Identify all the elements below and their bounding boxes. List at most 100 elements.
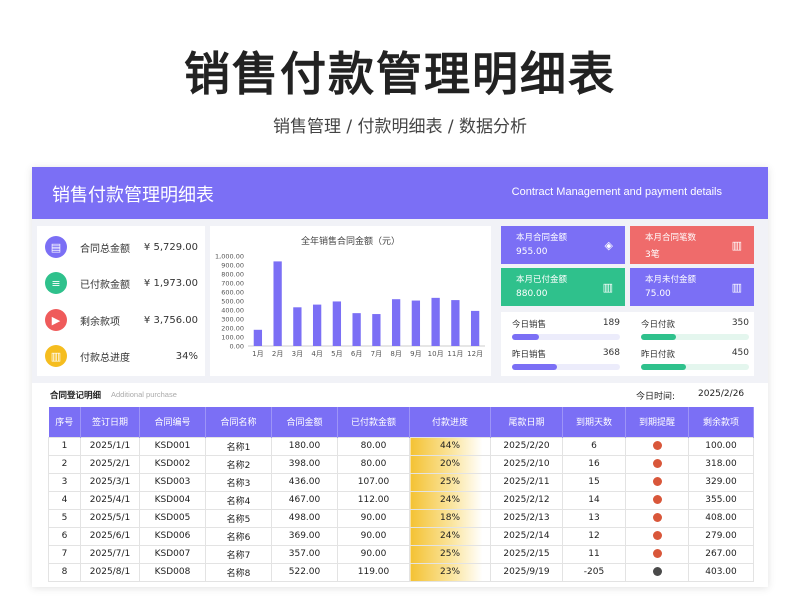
kpi-row: ▥ 付款总进度 34% — [45, 343, 200, 369]
table-cell: 522.00 — [271, 562, 338, 582]
progress-track — [641, 334, 749, 340]
y-tick-label: 100.00 — [221, 334, 244, 342]
bar — [372, 314, 381, 346]
y-tick-label: 1,000.00 — [215, 253, 244, 261]
page-subtitle: 销售管理 / 付款明细表 / 数据分析 — [272, 117, 528, 137]
kpi-label: 付款总进度 — [80, 352, 130, 364]
bar — [411, 300, 421, 346]
chart-panel: 全年销售合同金额（元） 0.00 100.00 200.00 300.00 400.00… — [210, 226, 491, 376]
table-cell: 2025/2/13 — [490, 508, 563, 528]
table-cell: 2025/6/1 — [80, 526, 140, 546]
banner-subtitle: Contract Management and payment details — [511, 186, 722, 198]
table-cell: 18% — [409, 508, 491, 528]
table-cell: 90.00 — [337, 544, 410, 564]
table-cell — [625, 490, 689, 510]
table-cell: 329.00 — [688, 472, 754, 492]
table-cell: 369.00 — [271, 526, 338, 546]
column-header[interactable]: 到期天数 — [562, 407, 626, 437]
dashboard-card: 销售付款管理明细表 Contract Management and paymen… — [32, 167, 768, 587]
table-row[interactable]: 6 2025/6/1 KSD006 名称6 369.00 90.00 24% 2025/2/1… — [48, 526, 754, 546]
column-header[interactable]: 付款进度 — [409, 407, 491, 437]
reminder-dot-icon — [652, 441, 662, 450]
column-header[interactable]: 合同编号 — [139, 407, 206, 437]
x-tick-label: 12月 — [467, 350, 483, 358]
reminder-dot-icon — [652, 549, 662, 558]
table-cell: KSD003 — [139, 472, 206, 492]
column-header[interactable]: 序号 — [48, 407, 81, 437]
table-cell: 2025/7/1 — [80, 544, 140, 564]
table-cell: 112.00 — [337, 490, 410, 510]
bar — [293, 307, 302, 346]
kpi-value: 34% — [175, 350, 198, 362]
table-row[interactable]: 2 2025/2/1 KSD002 名称2 398.00 80.00 20% 2025/2/1… — [48, 454, 754, 474]
table-cell: 名称6 — [205, 526, 272, 546]
table-cell: 24% — [409, 490, 491, 510]
table-cell: 2025/8/1 — [80, 562, 140, 582]
table-cell: 11 — [562, 544, 626, 564]
table-subtitle: Additional purchase — [111, 390, 177, 399]
tile-monthly-unpaid-amount: 本月未付金额 75.00 ▥ — [630, 268, 754, 306]
reminder-dot-icon — [652, 495, 662, 504]
column-header[interactable]: 到期提醒 — [625, 407, 689, 437]
table-cell: 名称8 — [205, 562, 272, 582]
table-cell: 名称2 — [205, 454, 272, 474]
column-header[interactable]: 合同名称 — [205, 407, 272, 437]
table-row[interactable]: 8 2025/8/1 KSD008 名称8 522.00 119.00 23% 2025/9/… — [48, 562, 754, 582]
mini-label: 今日销售 — [512, 320, 547, 330]
table-row[interactable]: 1 2025/1/1 KSD001 名称1 180.00 80.00 44% 2025/2/2… — [48, 436, 754, 456]
table-cell: KSD001 — [139, 436, 206, 456]
x-tick-label: 6月 — [351, 350, 362, 358]
table-cell: 267.00 — [688, 544, 754, 564]
y-tick-label: 400.00 — [221, 307, 244, 315]
y-tick-label: 700.00 — [221, 280, 244, 288]
table-cell: 80.00 — [337, 436, 410, 456]
table-cell: 名称1 — [205, 436, 272, 456]
column-header[interactable]: 尾款日期 — [490, 407, 563, 437]
stats-panel: 本月合同金额 955.00 ◈ 本月合同笔数 3笔 ▥ 本月已付金额 880.0… — [498, 224, 760, 376]
reminder-dot-icon — [652, 459, 662, 468]
tile-value: 955.00 — [516, 247, 548, 257]
tile-monthly-contract-amount: 本月合同金额 955.00 ◈ — [501, 226, 625, 264]
table-cell: -205 — [562, 562, 626, 582]
tile-monthly-contract-count: 本月合同笔数 3笔 ▥ — [630, 226, 754, 264]
table-row[interactable]: 3 2025/3/1 KSD003 名称3 436.00 107.00 25% 2025/2/… — [48, 472, 754, 492]
table-row[interactable]: 7 2025/7/1 KSD007 名称7 357.00 90.00 25% 2025/2/1… — [48, 544, 754, 564]
table-cell: 14 — [562, 490, 626, 510]
table-cell: 436.00 — [271, 472, 338, 492]
kpi-row: ≡ 已付款金额 ¥ 1,973.00 — [45, 270, 200, 296]
table-row[interactable]: 4 2025/4/1 KSD004 名称4 467.00 112.00 24% 2025/2/… — [48, 490, 754, 510]
y-tick-label: 200.00 — [221, 325, 244, 333]
column-header[interactable]: 已付款金额 — [337, 407, 410, 437]
column-header[interactable]: 合同金额 — [271, 407, 338, 437]
column-header[interactable]: 剩余款项 — [688, 407, 754, 437]
table-cell — [625, 544, 689, 564]
table-cell: 2025/2/12 — [490, 490, 563, 510]
progress-fill — [512, 334, 539, 340]
x-tick-label: 5月 — [331, 350, 342, 358]
today-label: 今日时间: — [636, 392, 676, 402]
table-cell: KSD008 — [139, 562, 206, 582]
x-tick-label: 10月 — [428, 350, 444, 358]
header-banner: 销售付款管理明细表 Contract Management and paymen… — [32, 167, 768, 219]
bar-chart-icon: ▥ — [731, 239, 742, 252]
kpi-label: 剩余款项 — [80, 316, 120, 328]
table-row[interactable]: 5 2025/5/1 KSD005 名称5 498.00 90.00 18% 2025/2/1… — [48, 508, 754, 528]
table-cell: 2 — [48, 454, 81, 474]
today-value: 2025/2/26 — [698, 389, 745, 399]
table-cell: 名称5 — [205, 508, 272, 528]
banner-title: 销售付款管理明细表 — [52, 185, 214, 206]
y-tick-label: 800.00 — [221, 271, 244, 279]
x-tick-label: 11月 — [447, 350, 463, 358]
table-cell: 7 — [48, 544, 81, 564]
column-header[interactable]: 签订日期 — [80, 407, 140, 437]
table-cell: 80.00 — [337, 454, 410, 474]
table-cell: 24% — [409, 526, 491, 546]
table-cell: 44% — [409, 436, 491, 456]
table-cell: 13 — [562, 508, 626, 528]
table-cell: 90.00 — [337, 508, 410, 528]
table-cell — [625, 454, 689, 474]
table-cell: 467.00 — [271, 490, 338, 510]
tile-label: 本月合同笔数 — [645, 233, 697, 243]
table-cell: 180.00 — [271, 436, 338, 456]
reminder-dot-icon — [652, 477, 662, 486]
